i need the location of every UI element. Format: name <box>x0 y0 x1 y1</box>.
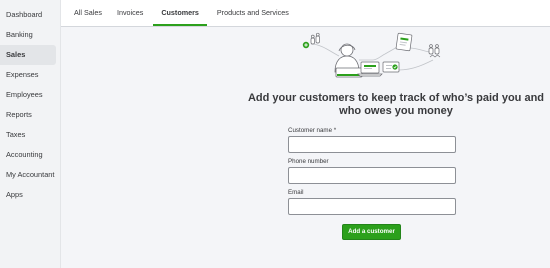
sidebar-item-dashboard[interactable]: Dashboard <box>0 5 60 25</box>
customers-network-illustration <box>302 32 441 78</box>
customer-name-field[interactable] <box>288 136 456 153</box>
add-customer-button[interactable]: Add a customer <box>342 224 401 240</box>
tab-customers[interactable]: Customers <box>153 8 207 26</box>
email-label: Email <box>288 189 304 196</box>
email-field[interactable] <box>288 198 456 215</box>
empty-state-headline: Add your customers to keep track of who’… <box>247 92 545 117</box>
add-customer-form: Customer name * Phone number Email <box>288 126 458 219</box>
customers-illustration <box>301 30 451 87</box>
sidebar-item-my-accountant[interactable]: My Accountant <box>0 165 60 185</box>
sidebar-item-accounting[interactable]: Accounting <box>0 145 60 165</box>
left-sidebar: Dashboard Banking Sales Expenses Employe… <box>0 0 61 268</box>
sidebar-item-apps[interactable]: Apps <box>0 185 60 205</box>
sidebar-item-sales[interactable]: Sales <box>0 45 56 65</box>
sidebar-item-taxes[interactable]: Taxes <box>0 125 60 145</box>
phone-number-label: Phone number <box>288 158 329 165</box>
tab-all-sales[interactable]: All Sales <box>69 8 107 26</box>
sales-tab-bar: All Sales Invoices Customers Products an… <box>61 0 550 27</box>
sidebar-item-banking[interactable]: Banking <box>0 25 60 45</box>
sidebar-item-reports[interactable]: Reports <box>0 105 60 125</box>
sidebar-item-employees[interactable]: Employees <box>0 85 60 105</box>
sidebar-item-expenses[interactable]: Expenses <box>0 65 60 85</box>
main-area: All Sales Invoices Customers Products an… <box>61 0 550 268</box>
customers-empty-state: Add your customers to keep track of who’… <box>61 28 550 268</box>
phone-number-field[interactable] <box>288 167 456 184</box>
tab-invoices[interactable]: Invoices <box>112 8 148 26</box>
customer-name-label: Customer name * <box>288 127 337 134</box>
tab-products-and-services[interactable]: Products and Services <box>212 8 294 26</box>
